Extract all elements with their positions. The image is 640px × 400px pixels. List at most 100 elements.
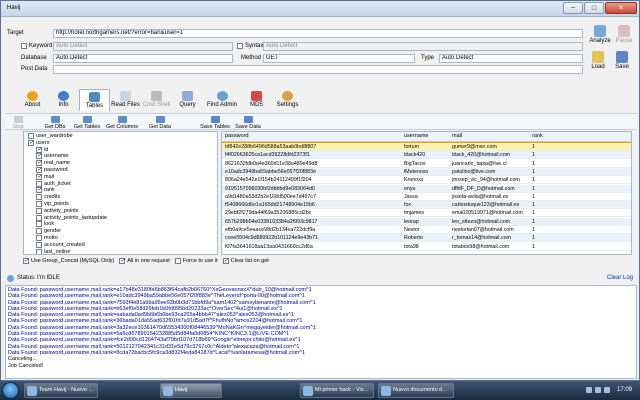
tab-settings[interactable]: Settings bbox=[272, 89, 303, 111]
tree-item[interactable]: mail bbox=[36, 173, 55, 180]
tree-item[interactable]: activity_points bbox=[36, 207, 79, 214]
clear-log-link[interactable]: Clear Log bbox=[607, 275, 633, 281]
all-in-one-option[interactable]: All in one request bbox=[119, 257, 170, 264]
column-header[interactable]: password bbox=[225, 133, 249, 139]
force-option[interactable]: Force to use it bbox=[174, 258, 218, 264]
analyze-button[interactable]: Analyze bbox=[589, 25, 611, 44]
tree-item[interactable]: last_online bbox=[36, 248, 70, 254]
table-row[interactable]: 8621632fdb0a4e360d11e38a489e49d8 BigTacos… bbox=[222, 160, 631, 168]
tray-icon[interactable] bbox=[586, 387, 592, 393]
table-row[interactable]: e10adc3949ba59abbe56e057f20f883e lMetenos… bbox=[222, 167, 631, 176]
table-row[interactable]: bf842e288b6496d588a53aab0bd8f807 fortum gu… bbox=[222, 142, 631, 152]
table-row[interactable]: 29ebf2f279da44f69a35206885cd2bc tmjames em… bbox=[222, 209, 631, 218]
get-columns-button[interactable]: Get Columns bbox=[105, 116, 139, 130]
postdata-input[interactable] bbox=[53, 65, 583, 74]
tab-info[interactable]: Info bbox=[48, 89, 79, 111]
tree-checkbox[interactable] bbox=[36, 207, 42, 214]
group-concat-checkbox[interactable] bbox=[23, 257, 29, 264]
keyword-checkbox[interactable] bbox=[21, 43, 27, 49]
target-input[interactable]: http://hotel.northgamers.net/?error=ban&… bbox=[53, 29, 583, 38]
tab-md5[interactable]: MD5 bbox=[241, 89, 272, 111]
tree-item[interactable]: credits bbox=[36, 194, 60, 201]
title-bar[interactable]: Havij − □ ✕ bbox=[1, 1, 639, 17]
tab-cmd-shell[interactable]: Cmd Shell bbox=[141, 89, 172, 111]
tree-item[interactable]: account_created bbox=[36, 241, 85, 248]
load-button[interactable]: Load bbox=[589, 51, 607, 70]
keyword-option[interactable]: Keyword bbox=[21, 43, 52, 49]
tree-item[interactable]: look bbox=[36, 221, 54, 228]
tree-item[interactable]: gender bbox=[36, 228, 61, 235]
column-header[interactable]: username bbox=[404, 133, 428, 139]
keyword-input[interactable]: Auto Detect bbox=[53, 42, 233, 51]
start-button[interactable] bbox=[2, 382, 19, 399]
clear-list-option[interactable]: Clear list on get bbox=[222, 257, 269, 264]
clear-list-checkbox[interactable] bbox=[222, 257, 229, 264]
get-data-button[interactable]: Get Data bbox=[145, 116, 175, 130]
stop-button[interactable]: Stop bbox=[9, 116, 27, 130]
clear-list-label: Clear list on get bbox=[230, 258, 269, 264]
table-row[interactable]: 657b298b04e0338103384a2f993c9817 leorap le… bbox=[222, 217, 631, 226]
taskbar-item[interactable]: Havij bbox=[160, 383, 222, 398]
schema-tree[interactable]: user_wardrobeusersidusernamereal_namepas… bbox=[23, 131, 218, 255]
table-row[interactable]: f07fa3641618aa13aa0431660cc2d6a tota98 tot… bbox=[222, 243, 631, 251]
close-button[interactable]: ✕ bbox=[605, 2, 637, 14]
get-dbs-button[interactable]: Get DBs bbox=[41, 116, 69, 130]
postdata-label: Post Data bbox=[21, 66, 48, 72]
tree-checkbox[interactable] bbox=[36, 173, 42, 180]
tab-tables[interactable]: Tables bbox=[79, 89, 110, 111]
tree-checkbox[interactable] bbox=[28, 139, 34, 146]
tab-label: Info bbox=[58, 102, 69, 108]
syntax-checkbox[interactable] bbox=[237, 43, 243, 49]
group-concat-option[interactable]: Use Group_Concat (MySQL Only) bbox=[23, 257, 114, 264]
tab-query[interactable]: Query bbox=[172, 89, 203, 111]
tree-item[interactable]: activity_points_lastupdate bbox=[36, 214, 107, 221]
data-grid[interactable]: password username mail rank bf842e288b64… bbox=[221, 131, 632, 255]
table-row[interactable]: 806a24e542e1f154b24112499f1f204 Kronoxs jo… bbox=[222, 176, 631, 185]
pause-button[interactable]: Pause bbox=[613, 25, 635, 44]
tree-item[interactable]: user_wardrobe bbox=[28, 133, 73, 139]
tree-checkbox[interactable] bbox=[36, 194, 42, 201]
table-row[interactable]: f4f02663625ca1acd35228dfd2373f1 black420 b… bbox=[222, 151, 631, 160]
tab-about[interactable]: About bbox=[17, 89, 48, 111]
tree-checkbox[interactable] bbox=[36, 228, 42, 235]
tab-find-admin[interactable]: Find Admin bbox=[203, 89, 241, 111]
tree-item[interactable]: vip_points bbox=[36, 201, 69, 207]
save-data-button[interactable]: Save Data bbox=[233, 116, 263, 130]
save-tables-button[interactable]: Save Tables bbox=[198, 116, 232, 130]
syntax-option[interactable]: Syntax bbox=[237, 43, 263, 49]
tree-checkbox[interactable] bbox=[36, 221, 42, 228]
taskbar-item[interactable]: Nuevo documento d... bbox=[378, 383, 454, 398]
tree-checkbox[interactable] bbox=[36, 214, 42, 221]
minimize-button[interactable]: − bbox=[563, 2, 583, 14]
force-checkbox[interactable] bbox=[174, 258, 181, 264]
table-row[interactable]: ccee5504c9d889922b101124e9e43b71 Roberto r… bbox=[222, 234, 631, 243]
column-header[interactable]: rank bbox=[532, 133, 543, 139]
tree-item[interactable]: motto bbox=[36, 235, 58, 241]
column-header[interactable]: mail bbox=[452, 133, 462, 139]
tree-checkbox[interactable] bbox=[36, 241, 42, 248]
method-select[interactable]: GET bbox=[263, 54, 415, 63]
database-select[interactable]: Auto Detect bbox=[53, 54, 233, 63]
table-row[interactable]: a9d1480a53d2b2e168d500ee7d497c7 Javsa jose… bbox=[222, 193, 631, 201]
get-tables-button[interactable]: Get Tables bbox=[71, 116, 103, 130]
tree-checkbox[interactable] bbox=[36, 248, 42, 254]
tray-icon[interactable] bbox=[595, 387, 601, 393]
tree-item-label: mail bbox=[44, 173, 55, 180]
tree-checkbox[interactable] bbox=[36, 235, 42, 241]
table-row[interactable]: efb0a9ce5eaace98d2b134ca722dcf9a Nestor ne… bbox=[222, 226, 631, 234]
tab-read-files[interactable]: Read Files bbox=[110, 89, 141, 111]
type-select[interactable]: Auto Detect bbox=[439, 54, 583, 63]
tree-checkbox[interactable] bbox=[36, 201, 42, 207]
tree-item[interactable]: rank bbox=[36, 186, 55, 194]
tray-icon[interactable] bbox=[604, 387, 610, 393]
tree-checkbox[interactable] bbox=[36, 186, 42, 194]
table-row[interactable]: f5408666d6e1a165dd21748904e15b6 fox carlos… bbox=[222, 201, 631, 210]
taskbar-item[interactable]: Team Havij - Nuevo ... bbox=[24, 383, 98, 398]
taskbar-item[interactable]: Mi primer hack - Vis... bbox=[300, 383, 374, 398]
all-in-one-checkbox[interactable] bbox=[119, 257, 125, 264]
syntax-input[interactable]: Auto Detect bbox=[263, 42, 583, 51]
save-button[interactable]: Save bbox=[613, 51, 631, 70]
log-panel[interactable]: Data Found: password,username,mail,rank=… bbox=[5, 285, 637, 379]
table-row[interactable]: 9195157096030bf2dbbbd9e083064d0 enyu dffdF… bbox=[222, 184, 631, 193]
maximize-button[interactable]: □ bbox=[584, 2, 604, 14]
